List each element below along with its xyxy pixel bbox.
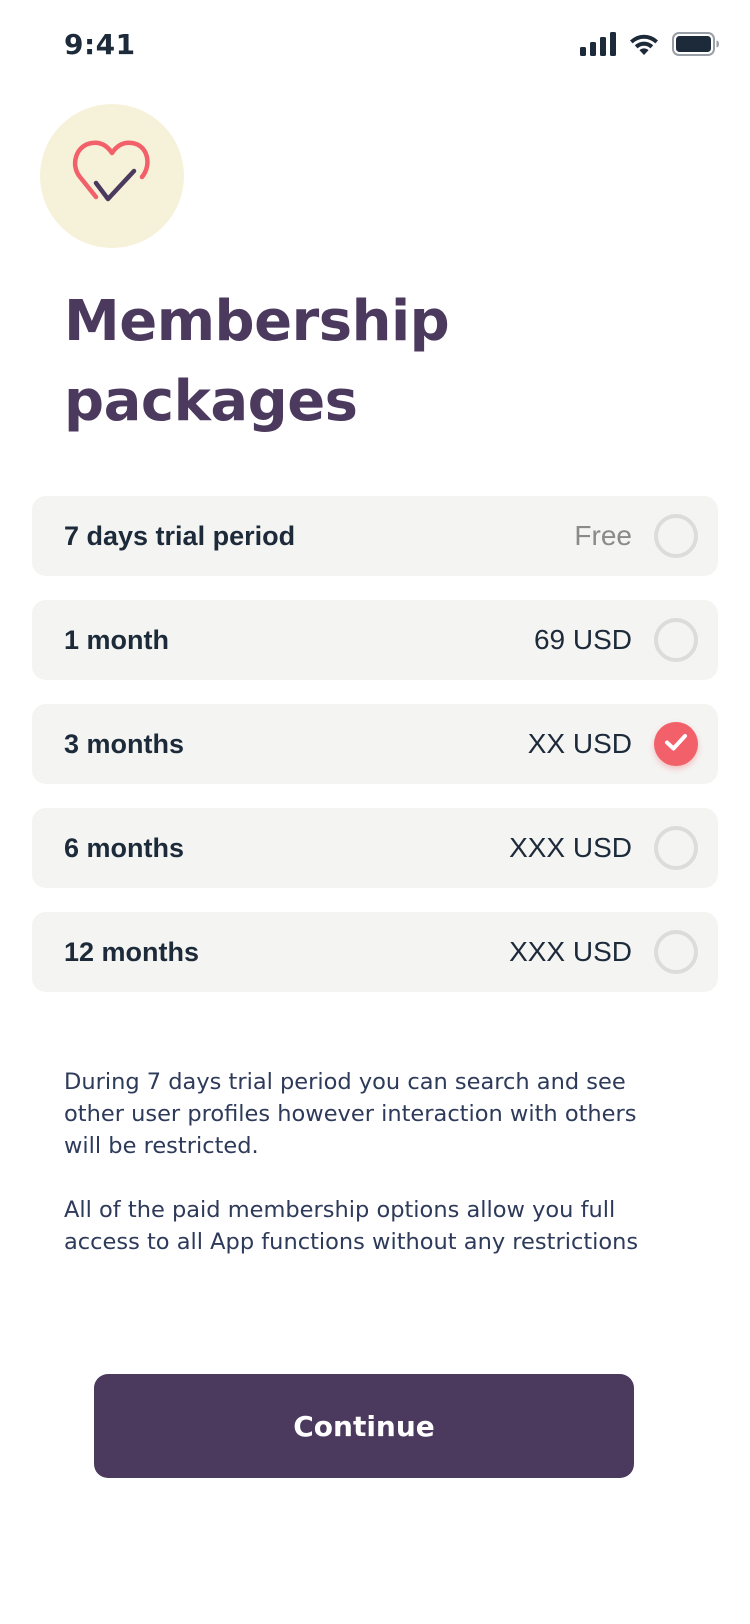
package-option-6-months[interactable]: 6 months XXX USD [32,808,718,888]
package-name: 1 month [64,624,169,655]
continue-button[interactable]: Continue [94,1374,634,1478]
package-option-1-month[interactable]: 1 month 69 USD [32,600,718,680]
page-title: Membership packages [64,289,450,434]
package-name: 7 days trial period [64,520,296,551]
status-bar: 9:41 [0,0,750,90]
package-name: 3 months [64,728,185,759]
battery-icon [672,32,720,60]
radio-button-selected[interactable] [654,722,698,766]
package-name: 12 months [64,936,200,967]
radio-button[interactable] [654,618,698,662]
radio-button[interactable] [654,514,698,558]
membership-description: During 7 days trial period you can searc… [64,1066,664,1290]
package-name: 6 months [64,832,185,863]
package-option-3-months[interactable]: 3 months XX USD [32,704,718,784]
package-price: Free [574,520,632,551]
signal-icon [580,32,616,60]
radio-button[interactable] [654,826,698,870]
package-list: 7 days trial period Free 1 month 69 USD … [32,496,718,1016]
app-logo [40,104,184,248]
package-price: 69 USD [533,624,632,655]
package-price: XXX USD [509,832,632,863]
heart-check-icon [72,137,152,215]
package-price: XX USD [527,728,632,759]
trial-description: During 7 days trial period you can searc… [64,1069,637,1159]
package-option-trial[interactable]: 7 days trial period Free [32,496,718,576]
package-price: XXX USD [509,936,632,967]
wifi-icon [628,32,660,60]
status-icons [580,32,720,60]
checkmark-icon [664,732,688,756]
paid-description: All of the paid membership options allow… [64,1197,639,1255]
status-time: 9:41 [64,28,136,61]
package-option-12-months[interactable]: 12 months XXX USD [32,912,718,992]
radio-button[interactable] [654,930,698,974]
